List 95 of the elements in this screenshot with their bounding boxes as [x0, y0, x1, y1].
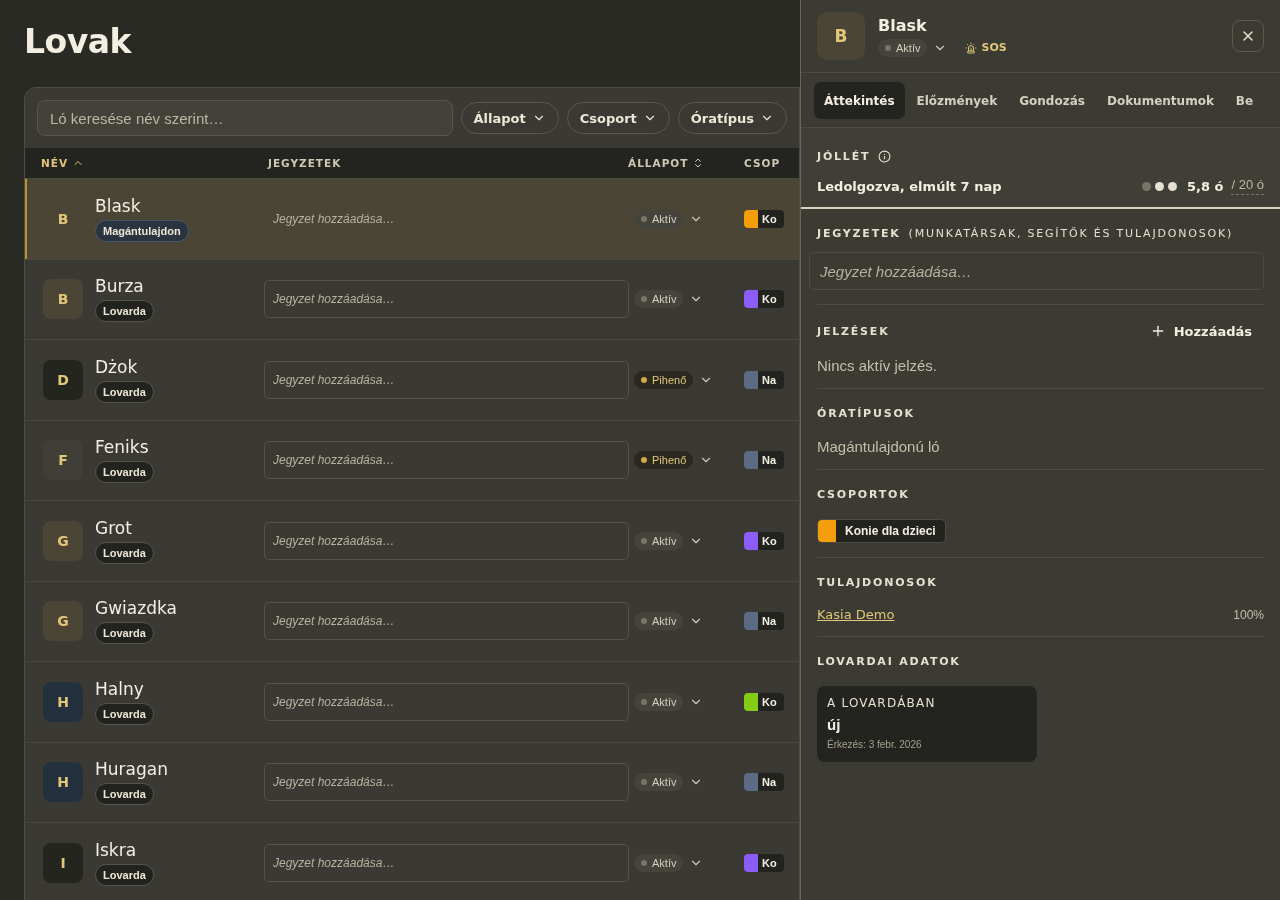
- lesson-type: Magántulajdonú ló: [817, 438, 941, 455]
- avatar: D: [43, 359, 83, 400]
- status-badge[interactable]: Aktív: [634, 531, 684, 550]
- tag: Lovarda: [95, 783, 154, 806]
- tag: Lovarda: [95, 622, 154, 645]
- group-tag: Na: [744, 773, 784, 792]
- avatar: H: [43, 681, 83, 722]
- workload-label: Ledolgozva, elmúlt 7 nap: [817, 178, 1002, 194]
- group-tag: Ko: [744, 290, 784, 309]
- note-field[interactable]: Jegyzet hozzáadása…: [264, 280, 629, 319]
- status-badge[interactable]: Aktív: [634, 773, 684, 792]
- card-title: A LOVARDÁBAN: [827, 696, 937, 710]
- card-value: új: [827, 716, 842, 733]
- note-field[interactable]: Jegyzet hozzáadása…: [264, 199, 629, 238]
- section-title: ÓRATÍPUSOK: [817, 407, 916, 420]
- tag: Lovarda: [95, 541, 154, 564]
- column-header[interactable]: ÁLLAPOT: [628, 157, 705, 169]
- status-badge[interactable]: Aktív: [634, 612, 684, 631]
- tag: Lovarda: [95, 300, 154, 323]
- tag: Lovarda: [95, 380, 154, 403]
- tag: Lovarda: [95, 461, 154, 484]
- section-title: JEGYZETEK (MUNKATÁRSAK, SEGÍTŐK ÉS TULAJDONOSOK): [817, 227, 1234, 240]
- siren-icon: [965, 41, 978, 54]
- column-header[interactable]: JEGYZETEK: [268, 157, 342, 169]
- close-button[interactable]: [1232, 20, 1264, 52]
- status-badge[interactable]: Aktív: [634, 209, 684, 228]
- tab[interactable]: Áttekintés: [814, 82, 905, 119]
- horse-name: Dżok: [95, 356, 138, 377]
- tab[interactable]: Dokumentumok: [1096, 82, 1224, 119]
- tab[interactable]: Gondozás: [1009, 82, 1095, 119]
- add-button[interactable]: Hozzáadás: [1149, 323, 1264, 339]
- filter-dropdown[interactable]: Óratípus: [677, 102, 787, 134]
- avatar: G: [43, 520, 83, 561]
- tab[interactable]: Előzmények: [906, 82, 1008, 119]
- horse-name: Gwiazdka: [95, 598, 177, 619]
- status-badge[interactable]: Aktív: [634, 290, 684, 309]
- horse-name: Blask: [878, 15, 928, 35]
- avatar: I: [43, 842, 83, 883]
- status-badge[interactable]: Pihenő: [634, 451, 694, 470]
- workload-limit: / 20 ó: [1231, 177, 1264, 195]
- horse-name: Iskra: [95, 839, 137, 860]
- page-title: Lovak: [24, 22, 133, 61]
- horse-name: Huragan: [95, 759, 168, 780]
- avatar: B: [43, 279, 83, 320]
- status-badge[interactable]: Aktív: [634, 692, 684, 711]
- group-tag: Ko: [744, 531, 784, 550]
- note-field[interactable]: Jegyzet hozzáadása…: [264, 682, 629, 721]
- tag: Lovarda: [95, 863, 154, 886]
- section-title: LOVARDAI ADATOK: [817, 655, 962, 668]
- section-title: CSOPORTOK: [817, 488, 911, 501]
- column-header[interactable]: CSOP: [744, 157, 781, 169]
- status-badge[interactable]: Pihenő: [634, 370, 694, 389]
- horse-name: Halny: [95, 678, 144, 699]
- section-title: JÓLLÉT: [817, 150, 871, 163]
- status-badge[interactable]: Aktív: [878, 38, 928, 57]
- note-field[interactable]: Jegyzet hozzáadása…: [264, 360, 629, 399]
- note-field[interactable]: Jegyzet hozzáadása…: [264, 602, 629, 641]
- owner-share: 100%: [1233, 607, 1264, 622]
- filter-dropdown[interactable]: Csoport: [566, 102, 670, 134]
- note-field[interactable]: Jegyzet hozzáadása…: [264, 521, 629, 560]
- filter-dropdown[interactable]: Állapot: [460, 102, 559, 134]
- avatar: B: [817, 12, 865, 60]
- tab[interactable]: Be: [1225, 82, 1264, 119]
- horse-name: Burza: [95, 276, 144, 297]
- section-title: JELZÉSEK: [817, 324, 890, 338]
- group-tag: Na: [744, 370, 784, 389]
- sos-button[interactable]: SOS: [953, 41, 1007, 54]
- group-tag: Ko: [744, 692, 784, 711]
- note-field[interactable]: Jegyzet hozzáadása…: [809, 252, 1264, 290]
- avatar: F: [43, 440, 83, 481]
- group-tag: Na: [744, 451, 784, 470]
- tag: Magántulajdon: [95, 219, 189, 242]
- status-badge[interactable]: Aktív: [634, 853, 684, 872]
- horse-name: Grot: [95, 517, 132, 538]
- workload-value: 5,8 ó: [1186, 178, 1224, 194]
- note-field[interactable]: Jegyzet hozzáadása…: [264, 441, 629, 480]
- empty-message: Nincs aktív jelzés.: [817, 357, 939, 374]
- note-field[interactable]: Jegyzet hozzáadása…: [264, 843, 629, 882]
- group-tag: Konie dla dzieci: [817, 519, 946, 543]
- avatar: G: [43, 601, 83, 642]
- group-tag: Ko: [744, 853, 784, 872]
- group-tag: Na: [744, 612, 784, 631]
- owner-link[interactable]: Kasia Demo: [817, 607, 895, 622]
- group-tag: Ko: [744, 209, 784, 228]
- table-row[interactable]: B Blask Magántulajdon Jegyzet hozzáadása… Aktív Ko: [25, 178, 799, 259]
- section-title: TULAJDONOSOK: [817, 576, 939, 589]
- note-field[interactable]: Jegyzet hozzáadása…: [264, 763, 629, 802]
- horse-name: Blask: [95, 195, 141, 216]
- arrival-date: Érkezés: 3 febr. 2026: [827, 739, 923, 750]
- tag: Lovarda: [95, 702, 154, 725]
- column-header[interactable]: NÉV: [41, 157, 85, 169]
- avatar: H: [43, 762, 83, 803]
- info-icon[interactable]: [878, 150, 892, 163]
- search-field[interactable]: Ló keresése név szerint…: [37, 100, 453, 136]
- horse-name: Feniks: [95, 437, 149, 458]
